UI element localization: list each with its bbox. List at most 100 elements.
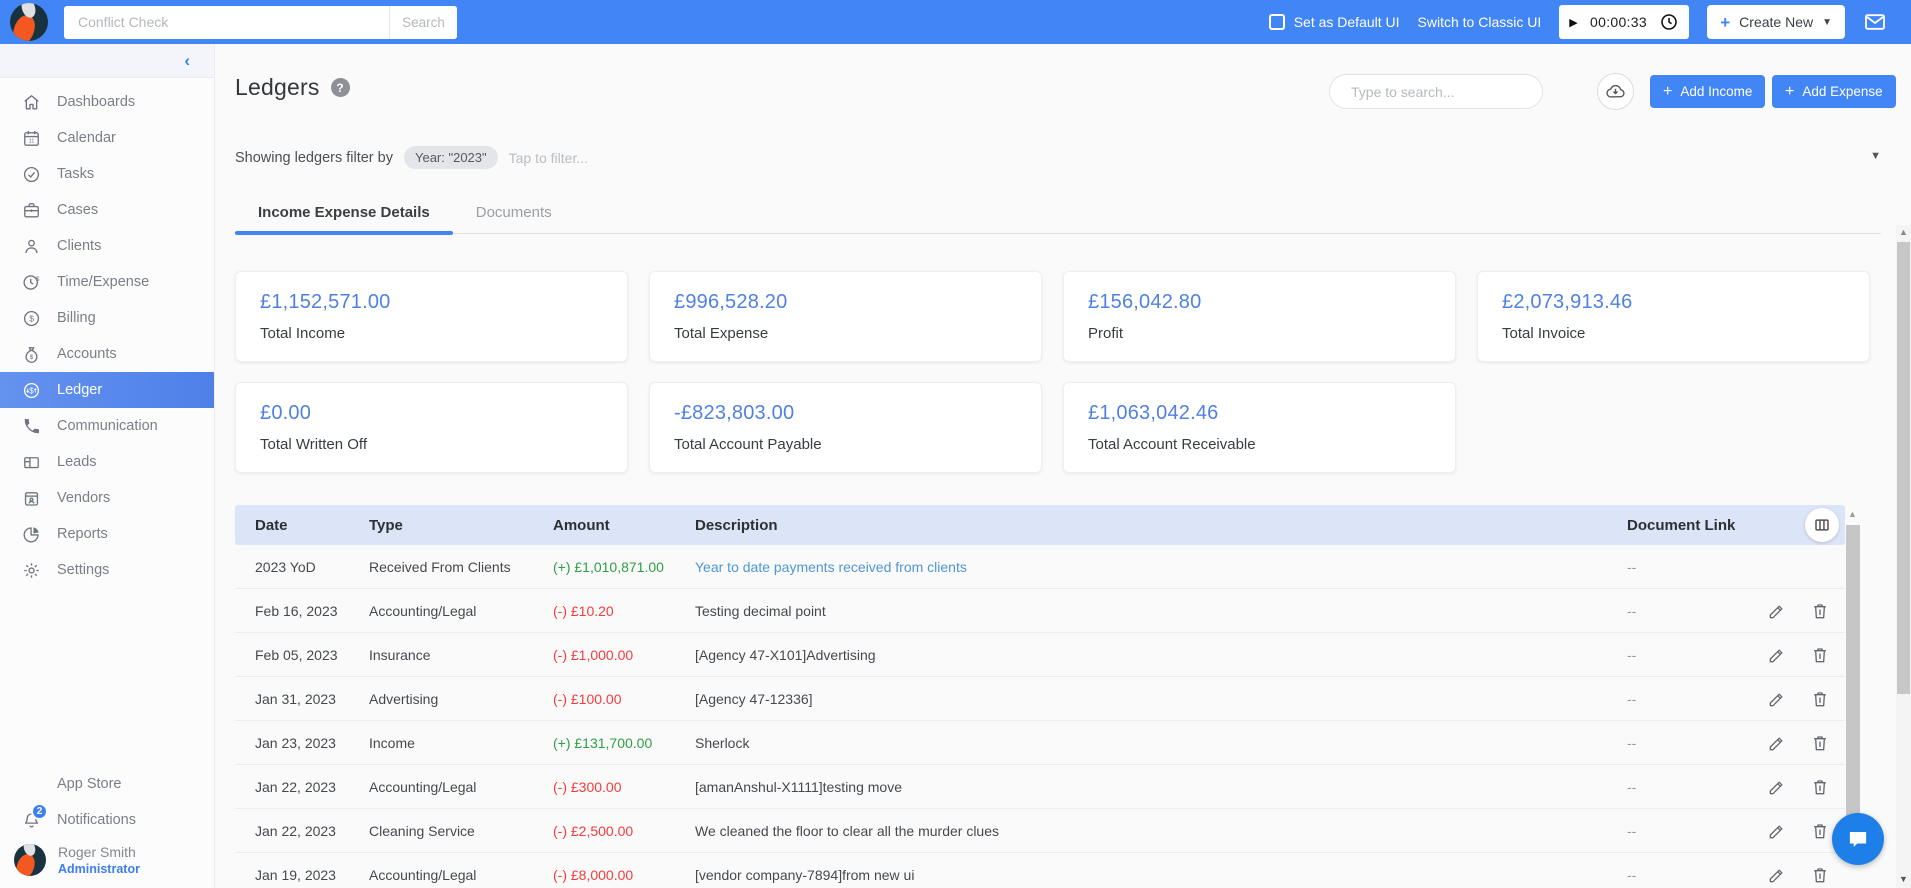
plus-icon: + xyxy=(1785,83,1794,101)
sidebar-item-accounts[interactable]: Accounts xyxy=(0,336,214,372)
sidebar-item-vendors[interactable]: Vendors xyxy=(0,480,214,516)
cell-date: Jan 23, 2023 xyxy=(255,735,369,751)
delete-icon[interactable] xyxy=(1810,645,1830,665)
cell-amount: (-) £1,000.00 xyxy=(553,647,695,663)
table-row: Jan 19, 2023 Accounting/Legal (-) £8,000… xyxy=(235,853,1845,888)
summary-card: -£823,803.00 Total Account Payable xyxy=(649,382,1042,473)
ledger-icon xyxy=(22,381,41,400)
edit-icon[interactable] xyxy=(1767,645,1787,665)
card-label: Profit xyxy=(1088,325,1431,342)
cell-date: Jan 22, 2023 xyxy=(255,823,369,839)
table-body: 2023 YoD Received From Clients (+) £1,01… xyxy=(235,545,1845,888)
play-icon[interactable]: ▶ xyxy=(1569,16,1577,29)
edit-icon[interactable] xyxy=(1767,777,1787,797)
card-amount: £1,063,042.46 xyxy=(1088,402,1431,425)
app-store-label: App Store xyxy=(57,776,122,792)
sidebar-item-home[interactable]: Dashboards xyxy=(0,84,214,120)
sidebar-item-billing[interactable]: Billing xyxy=(0,300,214,336)
cell-description: Sherlock xyxy=(695,735,1627,751)
search-input[interactable] xyxy=(1351,84,1532,100)
sidebar-nav: Dashboards Calendar Tasks Cases Clients … xyxy=(0,84,214,588)
sidebar-item-settings[interactable]: Settings xyxy=(0,552,214,588)
cell-document-link: -- xyxy=(1627,779,1767,795)
add-income-button[interactable]: + Add Income xyxy=(1650,75,1765,108)
tab-documents[interactable]: Documents xyxy=(453,194,575,233)
filter-chip-year[interactable]: Year: "2023" xyxy=(404,146,498,169)
column-settings-button[interactable] xyxy=(1805,508,1839,542)
table-scrollbar-thumb[interactable] xyxy=(1846,525,1860,845)
mail-icon[interactable] xyxy=(1863,10,1887,34)
edit-icon[interactable] xyxy=(1767,865,1787,885)
card-amount: £156,042.80 xyxy=(1088,291,1431,314)
cell-type: Accounting/Legal xyxy=(369,779,553,795)
scroll-up-icon[interactable]: ▲ xyxy=(1899,227,1908,237)
delete-icon[interactable] xyxy=(1810,601,1830,621)
add-expense-button[interactable]: + Add Expense xyxy=(1772,75,1896,108)
card-amount: -£823,803.00 xyxy=(674,402,1017,425)
summary-card: £1,152,571.00 Total Income xyxy=(235,271,628,362)
cell-type: Accounting/Legal xyxy=(369,867,553,883)
cell-date: Feb 05, 2023 xyxy=(255,647,369,663)
sidebar-item-notifications[interactable]: 2 Notifications xyxy=(0,802,214,838)
card-label: Total Written Off xyxy=(260,436,603,453)
cases-icon xyxy=(22,201,41,220)
summary-card: £156,042.80 Profit xyxy=(1063,271,1456,362)
filter-input-placeholder[interactable]: Tap to filter... xyxy=(509,150,588,166)
delete-icon[interactable] xyxy=(1810,733,1830,753)
scroll-down-icon[interactable]: ▼ xyxy=(1899,874,1908,884)
sidebar-item-tasks[interactable]: Tasks xyxy=(0,156,214,192)
timer-widget[interactable]: ▶ 00:00:33 xyxy=(1559,5,1689,39)
sidebar-item-leads[interactable]: Leads xyxy=(0,444,214,480)
sidebar-item-cases[interactable]: Cases xyxy=(0,192,214,228)
edit-icon[interactable] xyxy=(1767,689,1787,709)
conflict-check-box: Search xyxy=(64,6,457,39)
sidebar-item-time[interactable]: Time/Expense xyxy=(0,264,214,300)
delete-icon[interactable] xyxy=(1810,821,1830,841)
edit-icon[interactable] xyxy=(1767,821,1787,841)
main-content: Ledgers ? + Add Income + Add Expense Sho… xyxy=(216,44,1911,888)
col-type: Type xyxy=(369,517,553,534)
page-scrollbar-thumb[interactable] xyxy=(1897,242,1910,694)
collapse-sidebar-icon[interactable]: ‹ xyxy=(184,52,190,69)
create-new-button[interactable]: + Create New ▼ xyxy=(1707,5,1845,39)
conflict-check-input[interactable] xyxy=(64,14,389,30)
sidebar-item-ledger[interactable]: Ledger xyxy=(0,372,214,408)
sidebar-item-calendar[interactable]: Calendar xyxy=(0,120,214,156)
delete-icon[interactable] xyxy=(1810,777,1830,797)
cell-amount: (-) £2,500.00 xyxy=(553,823,695,839)
user-profile[interactable]: Roger Smith Administrator xyxy=(0,838,214,884)
filter-expand-icon[interactable]: ▼ xyxy=(1870,150,1881,162)
default-ui-label: Set as Default UI xyxy=(1294,14,1400,30)
notifications-label: Notifications xyxy=(57,812,136,828)
page-title: Ledgers xyxy=(235,74,320,101)
page-scrollbar[interactable]: ▲ ▼ xyxy=(1896,225,1911,888)
delete-icon[interactable] xyxy=(1810,865,1830,885)
help-icon[interactable]: ? xyxy=(331,78,350,97)
cell-date: 2023 YoD xyxy=(255,559,369,575)
tab-income-expense-details[interactable]: Income Expense Details xyxy=(235,194,453,233)
conflict-search-button[interactable]: Search xyxy=(389,6,457,39)
delete-icon[interactable] xyxy=(1810,689,1830,709)
summary-card: £2,073,913.46 Total Invoice xyxy=(1477,271,1870,362)
scroll-up-icon[interactable]: ▲ xyxy=(1848,509,1857,519)
sidebar-item-phone[interactable]: Communication xyxy=(0,408,214,444)
export-button[interactable] xyxy=(1597,73,1634,110)
cell-description[interactable]: Year to date payments received from clie… xyxy=(695,559,1627,575)
avatar xyxy=(14,844,46,876)
set-default-ui-toggle[interactable]: Set as Default UI xyxy=(1269,14,1400,30)
cell-amount: (+) £1,010,871.00 xyxy=(553,559,695,575)
chat-button[interactable] xyxy=(1832,813,1884,865)
table-row: Jan 31, 2023 Advertising (-) £100.00 [Ag… xyxy=(235,677,1845,721)
col-description: Description xyxy=(695,517,1627,534)
cell-type: Insurance xyxy=(369,647,553,663)
edit-icon[interactable] xyxy=(1767,733,1787,753)
sidebar-item-reports[interactable]: Reports xyxy=(0,516,214,552)
cell-amount: (-) £300.00 xyxy=(553,779,695,795)
sidebar-item-app-store[interactable]: App Store xyxy=(0,766,214,802)
sidebar-item-clients[interactable]: Clients xyxy=(0,228,214,264)
cell-document-link: -- xyxy=(1627,691,1767,707)
reports-icon xyxy=(22,525,41,544)
edit-icon[interactable] xyxy=(1767,601,1787,621)
default-ui-checkbox[interactable] xyxy=(1269,14,1285,30)
switch-classic-ui-link[interactable]: Switch to Classic UI xyxy=(1418,14,1542,30)
